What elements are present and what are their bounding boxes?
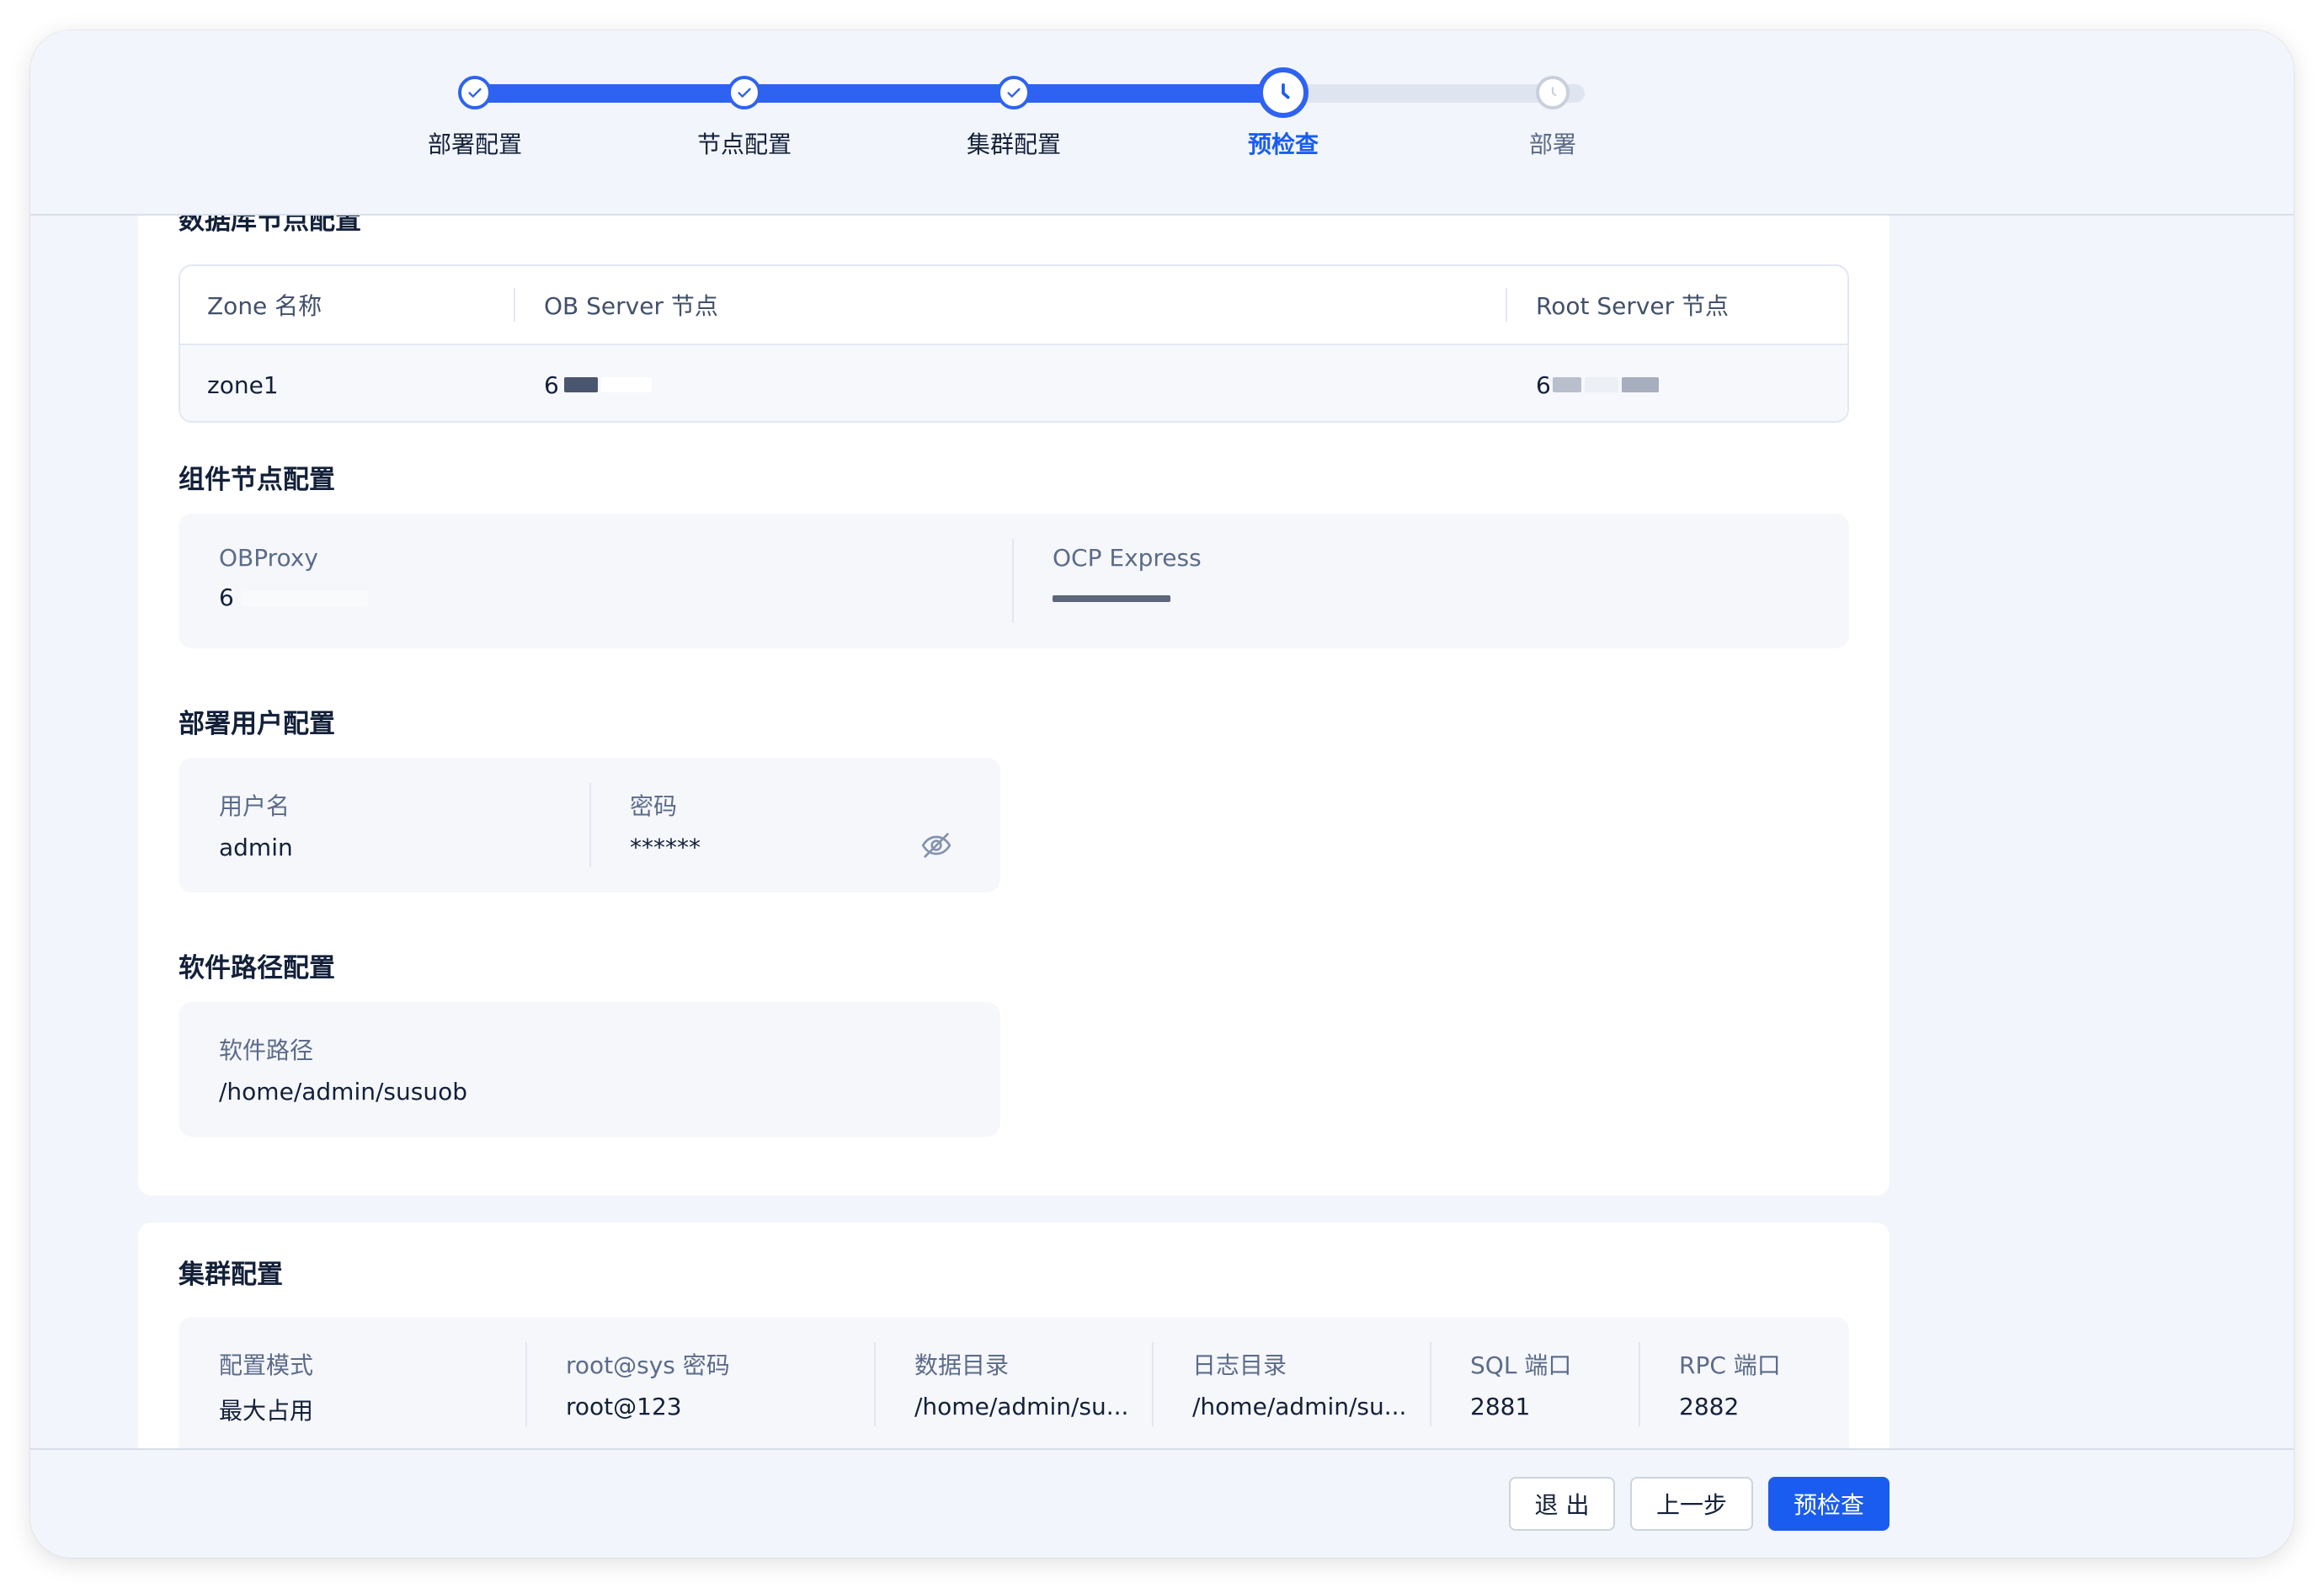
column-divider [874, 1342, 876, 1426]
password-label: 密码 [630, 792, 678, 820]
obproxy-value: 6 [219, 584, 234, 611]
precheck-button[interactable]: 预检查 [1768, 1477, 1890, 1531]
redacted-mask [1621, 377, 1659, 392]
check-icon [728, 76, 761, 109]
root-password-label: root@sys 密码 [566, 1351, 730, 1379]
clock-icon [1536, 76, 1570, 109]
config-mode-value: 最大占用 [219, 1397, 314, 1425]
log-dir-value: /home/admin/su... [1192, 1393, 1407, 1420]
column-divider [1639, 1342, 1640, 1426]
zone-cell: zone1 [207, 370, 279, 399]
sql-port-label: SQL 端口 [1470, 1351, 1572, 1379]
table-header: Zone 名称 OB Server 节点 Root Server 节点 [180, 266, 1847, 345]
app-window: 部署配置 节点配置 集群配置 预检查 部署 数据库节点配置 Zone 名称 OB… [30, 30, 2294, 1558]
step-deploy[interactable]: 部署 [1418, 67, 1687, 160]
column-divider [1152, 1342, 1154, 1426]
step-deploy-config[interactable]: 部署配置 [340, 67, 610, 160]
log-dir-field: 日志目录 /home/admin/su... [1192, 1347, 1406, 1420]
deploy-user-section-title: 部署用户配置 [179, 709, 335, 739]
rpc-port-label: RPC 端口 [1679, 1351, 1781, 1379]
step-label: 部署 [1528, 131, 1576, 158]
password-value: ****** [630, 834, 701, 861]
username-label: 用户名 [219, 792, 290, 820]
software-path-section-title: 软件路径配置 [179, 953, 335, 983]
data-dir-value: /home/admin/su... [914, 1393, 1129, 1420]
column-divider [1430, 1342, 1431, 1426]
scroll-content[interactable]: 数据库节点配置 Zone 名称 OB Server 节点 Root Server… [30, 216, 2294, 1479]
step-node-config[interactable]: 节点配置 [610, 67, 879, 160]
config-mode-label: 配置模式 [219, 1351, 314, 1379]
rpc-port-value: 2882 [1679, 1393, 1740, 1420]
db-node-table: Zone 名称 OB Server 节点 Root Server 节点 zone… [179, 264, 1849, 423]
redacted-mask [241, 591, 368, 606]
obproxy-value-row: 6 [219, 584, 368, 611]
db-node-section-title: 数据库节点配置 [179, 216, 361, 236]
cluster-section-title: 集群配置 [179, 1260, 283, 1290]
redacted-mask [1584, 377, 1618, 392]
username-field: 用户名 admin [219, 788, 293, 861]
rpc-port-field: RPC 端口 2882 [1679, 1347, 1781, 1420]
stepper-header: 部署配置 节点配置 集群配置 预检查 部署 [30, 30, 2294, 216]
data-dir-label: 数据目录 [914, 1351, 1010, 1379]
column-header-zone: Zone 名称 [207, 292, 322, 320]
software-path-value: /home/admin/susuob [219, 1078, 467, 1106]
footer-bar: 退 出 上一步 预检查 [30, 1448, 2294, 1558]
software-path-field: 软件路径 /home/admin/susuob [219, 1032, 467, 1106]
redacted-mask [1053, 595, 1170, 602]
ocp-express-value-row [1053, 584, 1202, 611]
log-dir-label: 日志目录 [1192, 1351, 1287, 1379]
exit-button[interactable]: 退 出 [1509, 1477, 1615, 1531]
step-cluster-config[interactable]: 集群配置 [879, 67, 1149, 160]
column-header-ob-server: OB Server 节点 [544, 292, 718, 320]
check-icon [997, 76, 1031, 109]
cluster-config-card: 集群配置 配置模式 最大占用 root@sys 密码 root@123 数据目录… [138, 1223, 1890, 1479]
table-row: zone1 6 6 [180, 345, 1847, 421]
step-label: 预检查 [1247, 131, 1319, 158]
eye-slash-icon[interactable] [919, 829, 953, 862]
redacted-mask [563, 377, 598, 392]
redacted-mask [600, 377, 652, 392]
ocp-express-label: OCP Express [1053, 544, 1202, 572]
node-config-card: 数据库节点配置 Zone 名称 OB Server 节点 Root Server… [138, 216, 1890, 1196]
ocp-express-field: OCP Express [1053, 544, 1202, 611]
config-mode-field: 配置模式 最大占用 [219, 1347, 313, 1426]
step-label: 部署配置 [427, 131, 522, 158]
component-box: OBProxy 6 OCP Express [179, 514, 1849, 648]
cluster-box: 配置模式 最大占用 root@sys 密码 root@123 数据目录 /hom… [179, 1317, 1849, 1468]
ob-server-value: 6 [544, 370, 559, 399]
column-header-root-server: Root Server 节点 [1536, 292, 1730, 320]
sql-port-value: 2881 [1470, 1393, 1531, 1420]
column-divider [514, 288, 515, 322]
component-section-title: 组件节点配置 [179, 465, 335, 495]
root-server-value: 6 [1536, 370, 1551, 399]
root-password-field: root@sys 密码 root@123 [566, 1347, 730, 1420]
deploy-user-box: 用户名 admin 密码 ****** [179, 758, 1000, 893]
software-path-box: 软件路径 /home/admin/susuob [179, 1002, 1000, 1137]
column-divider [1506, 288, 1507, 322]
step-precheck[interactable]: 预检查 [1149, 67, 1418, 160]
root-server-cell: 6 [1536, 345, 1659, 421]
ob-server-cell: 6 [544, 345, 652, 421]
step-label: 集群配置 [966, 131, 1061, 158]
sql-port-field: SQL 端口 2881 [1470, 1347, 1571, 1420]
data-dir-field: 数据目录 /home/admin/su... [914, 1347, 1128, 1420]
check-icon [458, 76, 492, 109]
password-field: 密码 ****** [630, 788, 701, 861]
redacted-mask [1552, 377, 1581, 392]
obproxy-label: OBProxy [219, 544, 318, 572]
column-divider [1012, 539, 1014, 623]
software-path-label: 软件路径 [219, 1036, 314, 1064]
root-password-value: root@123 [566, 1393, 682, 1420]
previous-step-button[interactable]: 上一步 [1630, 1477, 1753, 1531]
step-label: 节点配置 [696, 131, 792, 158]
column-divider [525, 1342, 527, 1426]
column-divider [589, 783, 591, 867]
username-value: admin [219, 834, 293, 861]
clock-icon [1258, 67, 1309, 118]
obproxy-field: OBProxy 6 [219, 544, 368, 611]
